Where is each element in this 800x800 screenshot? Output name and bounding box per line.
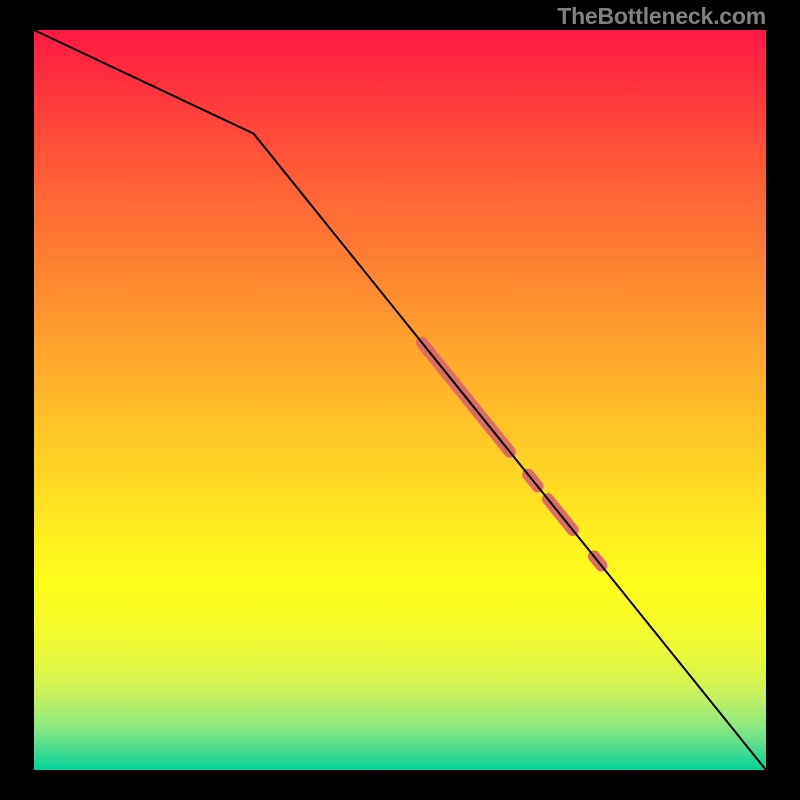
chart-overlay (0, 0, 800, 800)
chart-frame: TheBottleneck.com (0, 0, 800, 800)
bottleneck-curve (34, 30, 766, 770)
